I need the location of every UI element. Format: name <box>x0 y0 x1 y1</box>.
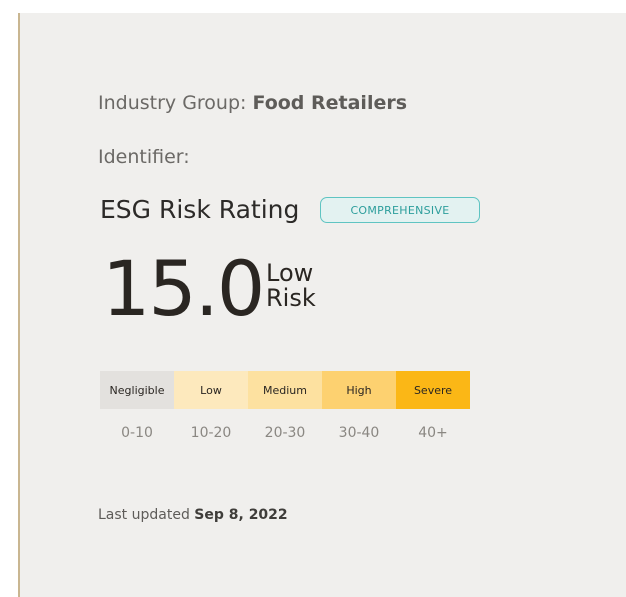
risk-level-line2: Risk <box>266 284 316 312</box>
risk-level: Low Risk <box>266 261 336 311</box>
last-updated: Last updated Sep 8, 2022 <box>98 507 288 523</box>
industry-group-label: Industry Group: <box>98 92 253 114</box>
esg-risk-card: Industry Group: Food Retailers Identifie… <box>18 13 626 597</box>
range-negligible: 0-10 <box>121 425 153 441</box>
range-high: 30-40 <box>338 425 380 441</box>
identifier-label: Identifier: <box>98 146 190 168</box>
scale-negligible: Negligible <box>100 371 174 409</box>
range-severe: 40+ <box>418 425 448 441</box>
esg-risk-rating-title: ESG Risk Rating <box>100 195 300 224</box>
risk-score: 15.0 <box>102 244 265 333</box>
risk-level-line1: Low <box>266 259 314 287</box>
scale-severe: Severe <box>396 371 470 409</box>
last-updated-date: Sep 8, 2022 <box>194 507 288 523</box>
risk-scale-ranges: 0-10 10-20 20-30 30-40 40+ <box>100 425 470 441</box>
last-updated-label: Last updated <box>98 507 195 523</box>
industry-group-value: Food Retailers <box>252 92 408 114</box>
range-medium: 20-30 <box>264 425 306 441</box>
range-low: 10-20 <box>190 425 232 441</box>
scale-high: High <box>322 371 396 409</box>
scale-medium: Medium <box>248 371 322 409</box>
scale-low: Low <box>174 371 248 409</box>
industry-group: Industry Group: Food Retailers <box>98 92 407 114</box>
comprehensive-badge: COMPREHENSIVE <box>320 197 480 223</box>
risk-scale: Negligible Low Medium High Severe <box>100 371 470 409</box>
